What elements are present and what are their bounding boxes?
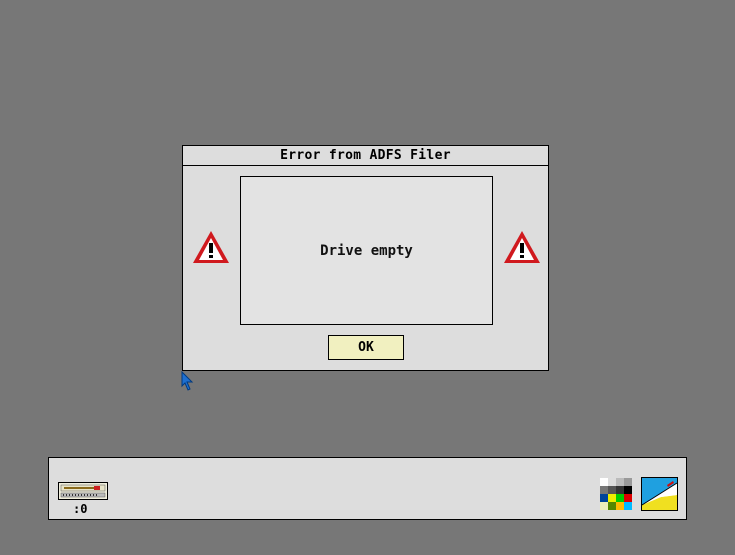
dialog-title[interactable]: Error from ADFS Filer xyxy=(183,146,548,166)
message-box: Drive empty xyxy=(240,176,493,325)
palette-icon[interactable] xyxy=(600,478,633,511)
warning-icon xyxy=(502,229,542,265)
ok-button[interactable]: OK xyxy=(328,335,404,360)
icon-bar: :0 xyxy=(48,457,687,520)
drive-label[interactable]: :0 xyxy=(73,502,87,516)
pointer-cursor-icon xyxy=(181,370,195,391)
floppy-drive-icon[interactable] xyxy=(58,482,108,500)
draw-app-icon[interactable] xyxy=(641,477,678,511)
warning-icon xyxy=(191,229,231,265)
error-dialog: Error from ADFS Filer Drive empty OK xyxy=(182,145,549,371)
error-message: Drive empty xyxy=(320,242,413,259)
